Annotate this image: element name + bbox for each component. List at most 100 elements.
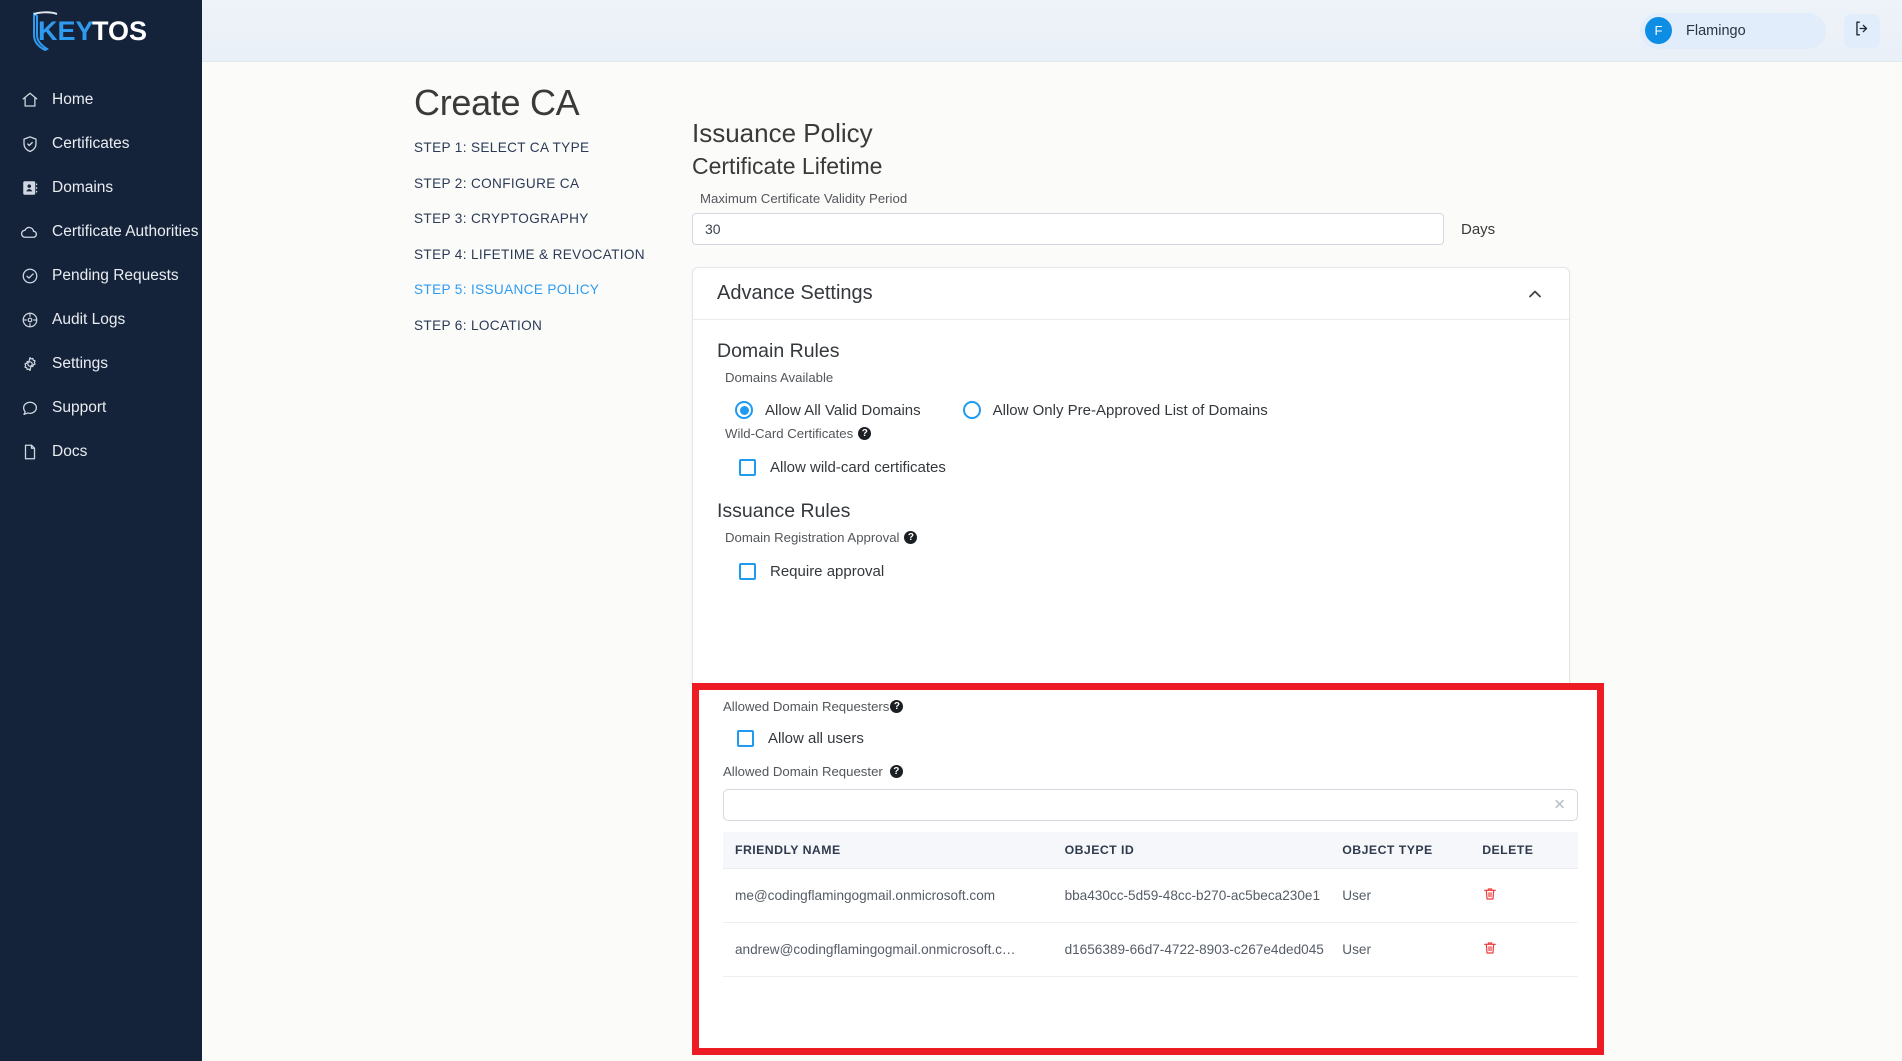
sidebar-item-audit-logs[interactable]: Audit Logs: [0, 298, 202, 342]
advance-settings-header[interactable]: Advance Settings: [693, 268, 1569, 320]
shield-check-icon: [20, 135, 39, 154]
wildcard-certificates-label: Wild-Card Certificates ?: [725, 426, 1545, 441]
issuance-rules-title: Issuance Rules: [717, 500, 851, 522]
checkbox-require-approval[interactable]: Require approval: [739, 563, 1545, 580]
step-item-1[interactable]: STEP 1: SELECT CA TYPE: [414, 140, 664, 155]
step-navigation: STEP 1: SELECT CA TYPE STEP 2: CONFIGURE…: [414, 140, 664, 353]
user-name-label: Flamingo: [1686, 22, 1746, 39]
radio-allow-preapproved-domains[interactable]: Allow Only Pre-Approved List of Domains: [962, 401, 1268, 419]
checkbox-allow-wildcard[interactable]: Allow wild-card certificates: [739, 459, 1545, 476]
sidebar-item-label: Home: [52, 91, 94, 108]
page-title: Create CA: [414, 82, 580, 123]
svg-text:TOS: TOS: [92, 16, 147, 46]
sidebar-item-label: Docs: [52, 443, 88, 460]
target-icon: [20, 311, 39, 330]
document-icon: [20, 443, 39, 462]
sidebar-item-label: Certificates: [52, 135, 130, 152]
table-row: me@codingflamingogmail.onmicrosoft.com b…: [723, 868, 1578, 923]
checkbox-unchecked-icon: [737, 730, 754, 747]
svg-text:KEY: KEY: [38, 16, 94, 46]
sidebar-item-certificate-authorities[interactable]: Certificate Authorities: [0, 210, 202, 254]
days-unit-label: Days: [1461, 220, 1496, 238]
column-header-delete: DELETE: [1470, 832, 1578, 869]
allowed-domain-requester-label: Allowed Domain Requester ?: [723, 764, 1573, 779]
cell-friendly-name: me@codingflamingogmail.onmicrosoft.com: [723, 868, 1053, 923]
trash-icon[interactable]: [1482, 886, 1498, 902]
max-validity-label: Maximum Certificate Validity Period: [700, 191, 908, 206]
sidebar-nav: Home Certificates Domains Certificate Au…: [0, 78, 202, 474]
domains-available-radio-group: Allow All Valid Domains Allow Only Pre-A…: [735, 401, 1545, 419]
step-item-2[interactable]: STEP 2: CONFIGURE CA: [414, 176, 664, 191]
gear-icon: [20, 355, 39, 374]
help-icon[interactable]: ?: [858, 427, 872, 440]
certificate-lifetime-heading: Certificate Lifetime: [692, 153, 883, 179]
allowed-domain-requesters-text: Allowed Domain Requesters: [723, 699, 890, 714]
advance-settings-title: Advance Settings: [717, 282, 873, 304]
sidebar-item-domains[interactable]: Domains: [0, 166, 202, 210]
checkbox-label: Allow wild-card certificates: [770, 459, 946, 476]
sidebar-item-label: Pending Requests: [52, 267, 179, 284]
step-item-3[interactable]: STEP 3: CRYPTOGRAPHY: [414, 211, 664, 226]
sidebar-item-label: Support: [52, 399, 107, 416]
domain-registration-approval-label: Domain Registration Approval ?: [725, 530, 1545, 545]
allowed-requesters-section: Allowed Domain Requesters ? Allow all us…: [699, 690, 1597, 977]
sidebar: KEY TOS Home Certificates Domains Certif…: [0, 0, 202, 1061]
cell-object-type: User: [1330, 922, 1471, 977]
checkbox-label: Require approval: [770, 563, 885, 580]
cell-object-id: bba430cc-5d59-48cc-b270-ac5beca230e1: [1052, 868, 1331, 923]
wildcard-label-text: Wild-Card Certificates: [725, 426, 854, 441]
checkbox-unchecked-icon: [739, 563, 756, 580]
sidebar-item-label: Audit Logs: [52, 311, 126, 328]
issuance-policy-heading: Issuance Policy: [692, 118, 873, 148]
domain-registration-approval-text: Domain Registration Approval: [725, 530, 900, 545]
allowed-domain-requester-text: Allowed Domain Requester: [723, 764, 883, 779]
allowed-requesters-table: FRIENDLY NAME OBJECT ID OBJECT TYPE DELE…: [723, 832, 1578, 977]
cell-object-id: d1656389-66d7-4722-8903-c267e4ded045: [1052, 922, 1331, 977]
checkbox-unchecked-icon: [739, 459, 756, 476]
logout-button[interactable]: [1844, 13, 1880, 48]
brand-logo[interactable]: KEY TOS: [0, 0, 202, 62]
radio-label: Allow All Valid Domains: [765, 401, 921, 419]
domains-available-text: Domains Available: [725, 370, 834, 385]
topbar: F Flamingo: [202, 0, 1902, 62]
content-column: F Flamingo Create CA STEP 1: SELECT CA T…: [202, 0, 1902, 1061]
step-item-4[interactable]: STEP 4: LIFETIME & REVOCATION: [414, 247, 664, 262]
allowed-domain-requesters-label: Allowed Domain Requesters ?: [723, 699, 1573, 714]
step-item-6[interactable]: STEP 6: LOCATION: [414, 318, 664, 333]
table-header-row: FRIENDLY NAME OBJECT ID OBJECT TYPE DELE…: [723, 832, 1578, 869]
help-icon[interactable]: ?: [889, 765, 903, 778]
table-body: me@codingflamingogmail.onmicrosoft.com b…: [723, 868, 1578, 977]
domain-rules-title: Domain Rules: [717, 340, 840, 362]
column-header-friendly-name: FRIENDLY NAME: [723, 832, 1053, 869]
main-content: Create CA STEP 1: SELECT CA TYPE STEP 2:…: [202, 62, 1902, 1061]
table-header: FRIENDLY NAME OBJECT ID OBJECT TYPE DELE…: [723, 832, 1578, 869]
radio-allow-all-valid-domains[interactable]: Allow All Valid Domains: [735, 401, 921, 419]
cell-object-type: User: [1330, 868, 1471, 923]
max-validity-input[interactable]: [692, 213, 1444, 245]
cell-friendly-name: andrew@codingflamingogmail.onmicrosoft.c…: [723, 922, 1053, 977]
chevron-up-icon[interactable]: [1525, 284, 1545, 304]
close-icon[interactable]: ✕: [1553, 798, 1566, 813]
app-root: KEY TOS Home Certificates Domains Certif…: [0, 0, 1902, 1061]
sidebar-item-home[interactable]: Home: [0, 78, 202, 122]
sidebar-item-pending-requests[interactable]: Pending Requests: [0, 254, 202, 298]
sidebar-item-settings[interactable]: Settings: [0, 342, 202, 386]
sidebar-item-certificates[interactable]: Certificates: [0, 122, 202, 166]
sidebar-item-docs[interactable]: Docs: [0, 430, 202, 474]
table-row: andrew@codingflamingogmail.onmicrosoft.c…: [723, 922, 1578, 977]
sidebar-item-label: Certificate Authorities: [52, 223, 199, 240]
allowed-domain-requesters-highlight: Allowed Domain Requesters ? Allow all us…: [692, 683, 1604, 1055]
radio-label: Allow Only Pre-Approved List of Domains: [992, 401, 1268, 419]
checkbox-allow-all-users[interactable]: Allow all users: [737, 730, 1573, 747]
checkbox-label: Allow all users: [768, 730, 864, 747]
radio-selected-icon: [735, 401, 753, 419]
user-profile-chip[interactable]: F Flamingo: [1640, 12, 1826, 49]
sidebar-item-support[interactable]: Support: [0, 386, 202, 430]
trash-icon[interactable]: [1482, 940, 1498, 956]
column-header-object-type: OBJECT TYPE: [1330, 832, 1471, 869]
help-icon[interactable]: ?: [904, 531, 918, 544]
requester-search-input[interactable]: [723, 789, 1578, 821]
step-item-5[interactable]: STEP 5: ISSUANCE POLICY: [414, 282, 664, 297]
sidebar-item-label: Domains: [52, 179, 114, 196]
help-icon[interactable]: ?: [890, 700, 904, 713]
